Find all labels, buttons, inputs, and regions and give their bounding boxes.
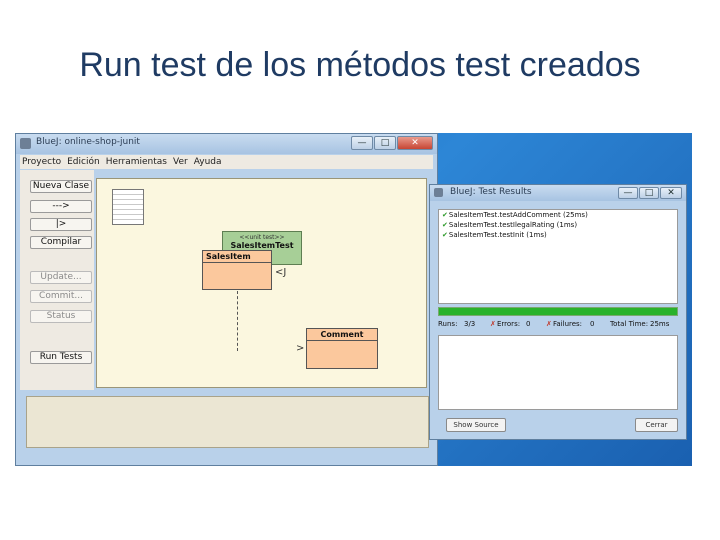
pass-check-icon: ✔: [442, 211, 448, 219]
menu-edicion[interactable]: Edición: [67, 155, 100, 169]
test-stats: Runs: 3/3 ✗ Errors: 0 ✗ Failures: 0 Tota…: [438, 320, 678, 332]
menu-herramientas[interactable]: Herramientas: [106, 155, 167, 169]
bluej-app-icon: [20, 138, 31, 149]
commit-button[interactable]: Commit...: [30, 290, 92, 303]
runs-value: 3/3: [464, 320, 476, 328]
error-x-icon: ✗: [490, 320, 496, 328]
readme-note-icon[interactable]: [112, 189, 144, 225]
tests-minimize-button[interactable]: —: [618, 187, 638, 199]
total-time-value: 25ms: [650, 320, 670, 328]
failure-x-icon: ✗: [546, 320, 552, 328]
test-detail-panel[interactable]: [438, 335, 678, 410]
left-toolbar: Nueva Clase ---> |> Compilar Update... C…: [20, 170, 94, 420]
show-source-button[interactable]: Show Source: [446, 418, 506, 432]
runs-label: Runs:: [438, 320, 458, 328]
object-bench[interactable]: [26, 396, 429, 448]
menu-ver[interactable]: Ver: [173, 155, 188, 169]
class-salesitem[interactable]: SalesItem: [202, 250, 272, 290]
salesitem-label: SalesItem: [203, 251, 271, 263]
update-button[interactable]: Update...: [30, 271, 92, 284]
dependency-arrow-button[interactable]: --->: [30, 200, 92, 213]
tests-close-window-button[interactable]: ✕: [660, 187, 682, 199]
progress-fill: [439, 308, 677, 315]
pass-check-icon: ✔: [442, 221, 448, 229]
total-time-label: Total Time:: [610, 320, 649, 328]
test-progress-bar: [438, 307, 678, 316]
tests-window-title: BlueJ: Test Results: [450, 187, 532, 197]
dependency-line: [237, 291, 238, 351]
salesitemtest-label: SalesItemTest: [230, 241, 294, 250]
class-diagram-canvas[interactable]: <<unit test>> SalesItemTest SalesItem <J…: [96, 178, 427, 388]
status-button[interactable]: Status: [30, 310, 92, 323]
failures-label: Failures:: [553, 320, 583, 328]
comment-label: Comment: [307, 329, 377, 341]
inheritance-arrow-button[interactable]: |>: [30, 218, 92, 231]
dependency-arrowhead-icon: >: [296, 343, 305, 354]
test-row[interactable]: ✔SalesItemTest.testInit (1ms): [439, 230, 677, 240]
bluej-main-window: BlueJ: online-shop-junit — □ ✕ Proyecto …: [15, 133, 438, 466]
test-row[interactable]: ✔SalesItemTest.testIlegalRating (1ms): [439, 220, 677, 230]
main-window-title: BlueJ: online-shop-junit: [36, 137, 140, 147]
slide-title: Run test de los métodos test creados: [79, 46, 641, 84]
unit-test-stereotype: <<unit test>>: [239, 234, 285, 241]
tests-maximize-button[interactable]: □: [639, 187, 659, 199]
test-results-list[interactable]: ✔SalesItemTest.testAddComment (25ms) ✔Sa…: [438, 209, 678, 304]
test-results-window: BlueJ: Test Results — □ ✕ ✔SalesItemTest…: [429, 184, 687, 440]
pass-check-icon: ✔: [442, 231, 448, 239]
class-comment[interactable]: Comment: [306, 328, 378, 369]
menu-bar: Proyecto Edición Herramientas Ver Ayuda: [20, 155, 433, 169]
minimize-button[interactable]: —: [351, 136, 373, 150]
close-button[interactable]: ✕: [397, 136, 433, 150]
test-link-arrow-icon: <J: [275, 267, 287, 278]
new-class-button[interactable]: Nueva Clase: [30, 180, 92, 193]
compile-button[interactable]: Compilar: [30, 236, 92, 249]
desktop: BlueJ: online-shop-junit — □ ✕ Proyecto …: [15, 133, 692, 466]
menu-ayuda[interactable]: Ayuda: [194, 155, 222, 169]
close-button-tests[interactable]: Cerrar: [635, 418, 678, 432]
tests-titlebar[interactable]: BlueJ: Test Results — □ ✕: [430, 185, 686, 201]
test-row[interactable]: ✔SalesItemTest.testAddComment (25ms): [439, 210, 677, 220]
main-titlebar[interactable]: BlueJ: online-shop-junit — □ ✕: [16, 134, 437, 154]
failures-value: 0: [590, 320, 595, 328]
menu-proyecto[interactable]: Proyecto: [22, 155, 61, 169]
run-tests-button[interactable]: Run Tests: [30, 351, 92, 364]
errors-label: Errors:: [497, 320, 521, 328]
maximize-button[interactable]: □: [374, 136, 396, 150]
errors-value: 0: [526, 320, 531, 328]
bluej-tests-icon: [434, 188, 443, 197]
